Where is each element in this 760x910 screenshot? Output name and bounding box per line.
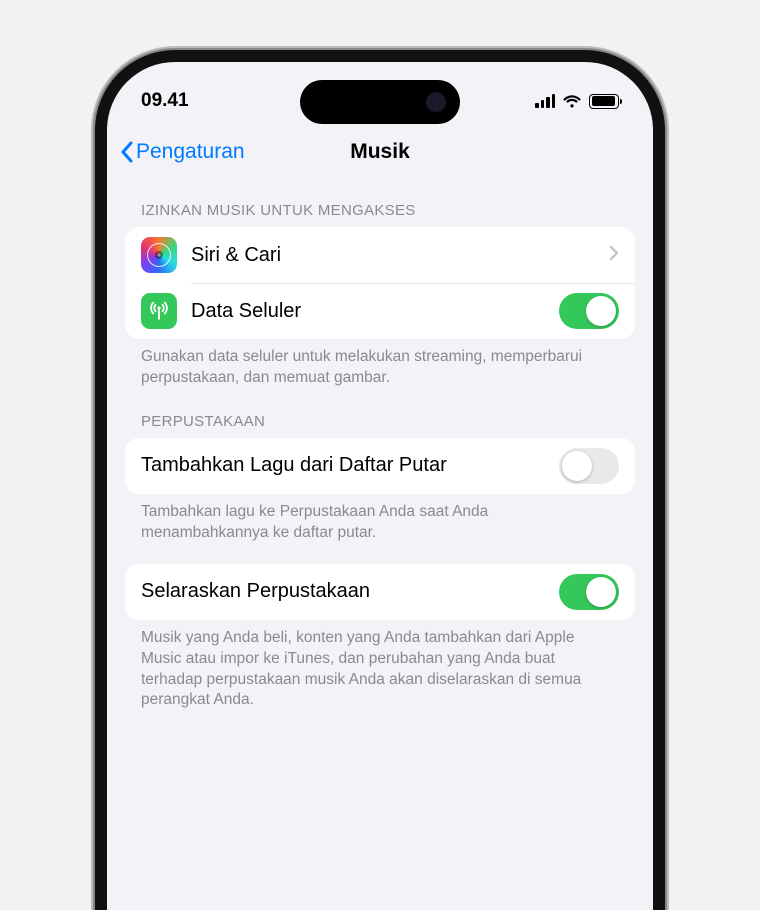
section-header-access: IZINKAN MUSIK UNTUK MENGAKSES	[125, 178, 635, 227]
siri-icon	[141, 237, 177, 273]
back-label: Pengaturan	[136, 140, 245, 164]
row-label: Tambahkan Lagu dari Daftar Putar	[141, 454, 545, 477]
page-title: Musik	[350, 140, 410, 164]
row-siri-search[interactable]: Siri & Cari	[125, 227, 635, 283]
chevron-left-icon	[119, 141, 134, 163]
cellular-signal-icon	[535, 94, 555, 108]
toggle-sync-library[interactable]	[559, 574, 619, 610]
row-cellular-data: Data Seluler	[125, 283, 635, 339]
wifi-icon	[562, 94, 582, 109]
chevron-right-icon	[609, 245, 619, 266]
toggle-add-playlist-songs[interactable]	[559, 448, 619, 484]
status-time: 09.41	[141, 90, 189, 112]
antenna-icon	[141, 293, 177, 329]
dynamic-island	[300, 80, 460, 124]
section-footer-add-playlist: Tambahkan lagu ke Perpustakaan Anda saat…	[125, 494, 635, 544]
battery-icon	[589, 94, 619, 109]
row-label: Data Seluler	[191, 300, 545, 323]
phone-frame: 09.41 Pengaturan	[95, 50, 665, 910]
group-sync-library: Selaraskan Perpustakaan	[125, 564, 635, 620]
row-label: Siri & Cari	[191, 244, 595, 267]
toggle-cellular-data[interactable]	[559, 293, 619, 329]
row-label: Selaraskan Perpustakaan	[141, 580, 545, 603]
back-button[interactable]: Pengaturan	[119, 140, 245, 164]
row-sync-library: Selaraskan Perpustakaan	[125, 564, 635, 620]
section-footer-access: Gunakan data seluler untuk melakukan str…	[125, 339, 635, 389]
group-access: Siri & Cari Data Seluler	[125, 227, 635, 339]
group-add-playlist: Tambahkan Lagu dari Daftar Putar	[125, 438, 635, 494]
navigation-bar: Pengaturan Musik	[107, 126, 653, 178]
section-footer-sync: Musik yang Anda beli, konten yang Anda t…	[125, 620, 635, 712]
row-add-playlist-songs: Tambahkan Lagu dari Daftar Putar	[125, 438, 635, 494]
section-header-library: PERPUSTAKAAN	[125, 389, 635, 438]
screen: 09.41 Pengaturan	[107, 62, 653, 910]
